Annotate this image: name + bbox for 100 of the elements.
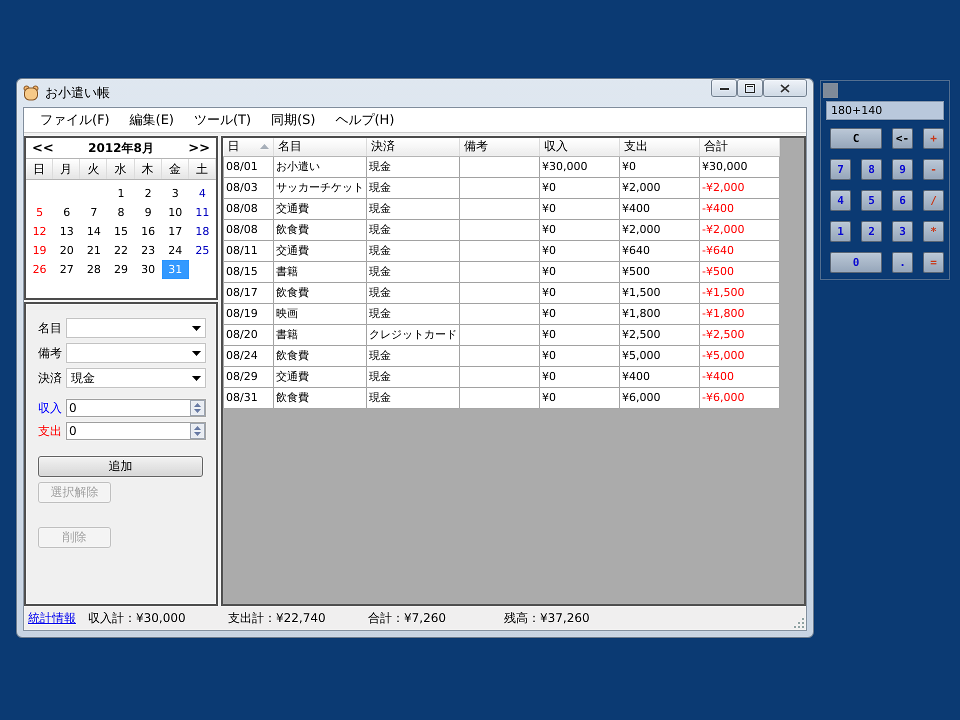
calendar-day[interactable]: 18 bbox=[188, 222, 216, 241]
spin-buttons-icon[interactable] bbox=[190, 423, 205, 439]
calendar-day[interactable]: 8 bbox=[107, 203, 135, 222]
table-cell: ¥1,500 bbox=[620, 282, 700, 303]
resize-grip-icon[interactable] bbox=[794, 618, 804, 628]
table-cell: -¥640 bbox=[700, 240, 780, 261]
minimize-button[interactable] bbox=[711, 79, 737, 97]
calendar-day[interactable]: 30 bbox=[134, 260, 162, 279]
calendar-day[interactable]: 22 bbox=[107, 241, 135, 260]
calendar-day[interactable]: 7 bbox=[80, 203, 108, 222]
calculator-key[interactable]: 4 bbox=[830, 190, 851, 211]
table-cell: 現金 bbox=[366, 240, 460, 261]
calendar-day[interactable]: 9 bbox=[134, 203, 162, 222]
calendar-day[interactable]: 23 bbox=[134, 241, 162, 260]
calculator-key[interactable]: 2 bbox=[861, 221, 882, 242]
menu-item[interactable]: ヘルプ(H) bbox=[325, 111, 404, 129]
table-cell: ¥0 bbox=[540, 240, 620, 261]
calendar-day[interactable]: 24 bbox=[162, 241, 189, 260]
menu-item[interactable]: 同期(S) bbox=[261, 111, 326, 129]
number-field[interactable]: 0 bbox=[66, 422, 206, 440]
calculator-key[interactable]: . bbox=[892, 252, 913, 273]
number-field[interactable]: 0 bbox=[66, 399, 206, 417]
dropdown-caret-icon[interactable] bbox=[192, 326, 201, 330]
table-cell: ¥2,500 bbox=[620, 324, 700, 345]
calendar-day[interactable]: 21 bbox=[80, 241, 108, 260]
calculator-key[interactable]: 1 bbox=[830, 221, 851, 242]
calendar-day[interactable]: 26 bbox=[26, 260, 54, 279]
dropdown-caret-icon[interactable] bbox=[192, 376, 201, 380]
app-icon bbox=[23, 85, 39, 101]
calendar-day[interactable]: 29 bbox=[107, 260, 135, 279]
weekday-header: 月 bbox=[53, 159, 80, 179]
dropdown-field[interactable] bbox=[66, 318, 206, 338]
dropdown-caret-icon[interactable] bbox=[192, 350, 201, 356]
calculator-key[interactable]: 9 bbox=[892, 159, 913, 180]
calculator-key[interactable]: 6 bbox=[892, 190, 913, 211]
column-header[interactable]: 収入 bbox=[540, 138, 620, 156]
table-cell: -¥400 bbox=[700, 366, 780, 387]
weekday-header: 土 bbox=[188, 159, 216, 179]
menu-item[interactable]: ファイル(F) bbox=[30, 111, 120, 129]
calendar-day[interactable]: 12 bbox=[26, 222, 54, 241]
statistics-link[interactable]: 統計情報 bbox=[28, 610, 88, 626]
column-header[interactable]: 支出 bbox=[620, 138, 700, 156]
column-header[interactable]: 名目 bbox=[274, 138, 366, 156]
spin-buttons-icon[interactable] bbox=[190, 400, 205, 416]
menu-item[interactable]: ツール(T) bbox=[184, 111, 262, 129]
calendar-day[interactable]: 6 bbox=[53, 203, 80, 222]
column-header[interactable]: 決済 bbox=[366, 138, 460, 156]
table-cell: ¥0 bbox=[540, 345, 620, 366]
column-header[interactable]: 備考 bbox=[460, 138, 540, 156]
table-cell: ¥640 bbox=[620, 240, 700, 261]
table-cell: ¥0 bbox=[620, 156, 700, 177]
dropdown-field[interactable]: 現金 bbox=[66, 368, 206, 388]
calendar-day[interactable]: 28 bbox=[80, 260, 108, 279]
calendar-day[interactable]: 10 bbox=[162, 203, 189, 222]
table-cell: 08/15 bbox=[224, 261, 274, 282]
close-icon bbox=[780, 84, 790, 92]
calendar-day[interactable]: 13 bbox=[53, 222, 80, 241]
table-cell: 08/24 bbox=[224, 345, 274, 366]
calendar-day[interactable]: 4 bbox=[188, 184, 216, 203]
calendar-day[interactable]: 5 bbox=[26, 203, 54, 222]
calculator-key[interactable]: 0 bbox=[830, 252, 882, 273]
table-cell: 現金 bbox=[366, 198, 460, 219]
column-header[interactable]: 日 bbox=[224, 138, 274, 156]
table-cell: ¥0 bbox=[540, 366, 620, 387]
column-header[interactable]: 合計 bbox=[700, 138, 780, 156]
dropdown-field[interactable] bbox=[66, 343, 206, 363]
menu-item[interactable]: 編集(E) bbox=[120, 111, 184, 129]
calendar-day[interactable]: 27 bbox=[53, 260, 80, 279]
calculator-key[interactable]: 7 bbox=[830, 159, 851, 180]
calculator-key[interactable]: <- bbox=[892, 128, 913, 149]
table-cell: 書籍 bbox=[274, 324, 366, 345]
calendar-day[interactable]: 20 bbox=[53, 241, 80, 260]
calendar-day[interactable]: 2 bbox=[134, 184, 162, 203]
calendar-day[interactable]: 14 bbox=[80, 222, 108, 241]
next-month-button[interactable]: >> bbox=[188, 140, 210, 156]
table-cell: 現金 bbox=[366, 177, 460, 198]
calendar-day[interactable]: 11 bbox=[188, 203, 216, 222]
field-label: 決済 bbox=[38, 370, 63, 386]
calendar-day[interactable]: 16 bbox=[134, 222, 162, 241]
calculator-key[interactable]: 8 bbox=[861, 159, 882, 180]
calculator-key[interactable]: 3 bbox=[892, 221, 913, 242]
calendar-day[interactable]: 15 bbox=[107, 222, 135, 241]
calculator-key[interactable]: 5 bbox=[861, 190, 882, 211]
previous-month-button[interactable]: << bbox=[32, 140, 54, 156]
field-label: 備考 bbox=[38, 344, 63, 362]
maximize-icon bbox=[745, 84, 755, 92]
status-text: 収入計：¥30,000 bbox=[88, 610, 187, 626]
calendar-day[interactable]: 3 bbox=[162, 184, 189, 203]
calculator-key[interactable]: C bbox=[830, 128, 882, 149]
close-button[interactable] bbox=[763, 79, 807, 97]
maximize-button[interactable] bbox=[737, 79, 763, 97]
table-cell: ¥0 bbox=[540, 261, 620, 282]
form-button[interactable]: 追加 bbox=[38, 456, 203, 477]
calendar-day[interactable]: 17 bbox=[162, 222, 189, 241]
calendar-day[interactable]: 25 bbox=[188, 241, 216, 260]
window-handle[interactable] bbox=[823, 83, 838, 98]
calendar-day[interactable]: 1 bbox=[107, 184, 135, 203]
calendar-day[interactable]: 19 bbox=[26, 241, 54, 260]
table-cell: ¥0 bbox=[540, 387, 620, 408]
table-cell: 現金 bbox=[366, 387, 460, 408]
